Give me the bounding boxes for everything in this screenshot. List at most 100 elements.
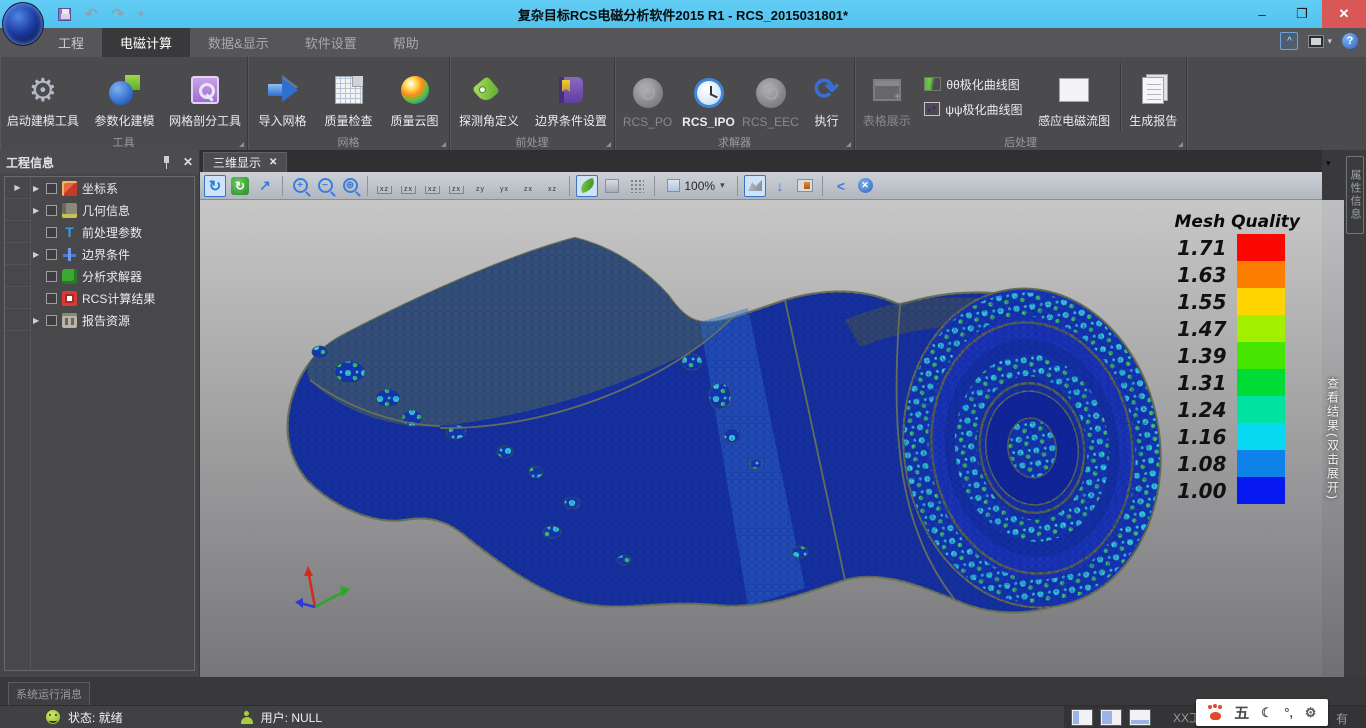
solver-eec-icon — [756, 76, 786, 110]
3d-canvas[interactable]: Mesh Quality 1.711.631.551.471.391.311.2… — [200, 200, 1322, 677]
view-preset-iso2-button[interactable]: xz — [542, 175, 563, 196]
view-preset-iso1-button[interactable]: zx — [518, 175, 539, 196]
checkbox[interactable] — [46, 227, 57, 238]
tab-data-display[interactable]: 数据&显示 — [190, 28, 287, 57]
expand-icon[interactable]: ▶ — [33, 316, 41, 325]
tree-item-boundary-conditions[interactable]: ▶ 边界条件 — [31, 243, 194, 265]
layout-three-button[interactable] — [1129, 709, 1151, 726]
tree-item-analysis-solver[interactable]: 分析求解器 — [31, 265, 194, 287]
checkbox[interactable] — [46, 271, 57, 282]
checkbox[interactable] — [46, 205, 57, 216]
launch-modeling-tool-button[interactable]: ⚙ 启动建模工具 — [0, 60, 86, 133]
theta-polar-curve-button[interactable]: θθ极化曲线图 — [924, 76, 1022, 93]
window-capture-button[interactable] — [794, 175, 816, 197]
view-preset-bottom-button[interactable]: yx — [494, 175, 515, 196]
import-mesh-button[interactable]: 导入网格 — [250, 60, 316, 133]
expand-icon[interactable]: ▶ — [33, 206, 41, 215]
probe-angle-button[interactable]: 探测角定义 — [450, 60, 528, 133]
tree-item-geometry-info[interactable]: ▶ 几何信息 — [31, 199, 194, 221]
tab-3d-display[interactable]: 三维显示 ✕ — [203, 152, 287, 172]
sync-view-button[interactable]: ↻ — [229, 175, 251, 197]
psi-polar-curve-button[interactable]: ψψ极化曲线图 — [924, 101, 1022, 118]
rcs-ipo-button[interactable]: RCS_IPO — [678, 60, 740, 133]
boundary-condition-button[interactable]: 边界条件设置 — [528, 60, 614, 133]
qat-dropdown-icon[interactable]: ▾ — [138, 9, 143, 20]
group-expand-icon[interactable] — [441, 142, 446, 147]
induced-current-map-button[interactable]: 感应电磁流图 — [1029, 60, 1120, 133]
view-preset-front-button[interactable]: xz — [374, 175, 395, 196]
rcs-eec-button[interactable]: RCS_EEC — [740, 60, 802, 133]
copyright-text-fragment: 有 — [1336, 710, 1348, 727]
punctuation-mode-icon[interactable]: °, — [1284, 705, 1293, 720]
view-preset-top-button[interactable]: zy — [470, 175, 491, 196]
zoom-in-button[interactable]: + — [289, 175, 311, 197]
group-expand-icon[interactable] — [1178, 142, 1183, 147]
group-expand-icon[interactable] — [239, 142, 244, 147]
tree-item-rcs-results[interactable]: RCS计算结果 — [31, 287, 194, 309]
tab-software-settings[interactable]: 软件设置 — [287, 28, 375, 57]
ribbon-collapse-icon[interactable]: ^ — [1280, 32, 1298, 50]
panel-close-icon[interactable]: ✕ — [183, 155, 193, 169]
undo-icon[interactable]: ↶ — [85, 5, 98, 23]
view-preset-right-button[interactable]: zx — [446, 175, 467, 196]
table-display-button[interactable]: 表格展示 — [855, 60, 918, 133]
tree-item-report-resources[interactable]: ▶ 报告资源 — [31, 309, 194, 331]
help-icon[interactable]: ? — [1342, 33, 1358, 49]
tree-item-coordinate-system[interactable]: ▶ 坐标系 — [31, 177, 194, 199]
zoom-out-button[interactable]: − — [314, 175, 336, 197]
minimize-button[interactable]: – — [1242, 0, 1282, 28]
app-logo-icon[interactable] — [2, 2, 44, 46]
layout-two-button[interactable] — [1100, 709, 1122, 726]
layout-one-button[interactable] — [1071, 709, 1093, 726]
points-view-button[interactable] — [626, 175, 648, 197]
pin-icon[interactable] — [162, 156, 171, 169]
parametric-modeling-button[interactable]: 参数化建模 — [86, 60, 164, 133]
display-switch-button[interactable]: ▾ — [1308, 35, 1332, 48]
system-message-tab[interactable]: 系统运行消息 — [8, 682, 90, 705]
ime-logo-paw-icon[interactable] — [1208, 705, 1223, 720]
checkbox[interactable] — [46, 249, 57, 260]
view-preset-back-button[interactable]: zx — [398, 175, 419, 196]
close-button[interactable]: ✕ — [1322, 0, 1366, 28]
quality-check-button[interactable]: 质量检查 — [316, 60, 382, 133]
redo-icon[interactable]: ↷ — [112, 5, 125, 23]
tab-help[interactable]: 帮助 — [375, 28, 437, 57]
zoom-level-select[interactable]: 100% ▾ — [661, 175, 731, 197]
rcs-po-button[interactable]: RCS_PO — [618, 60, 678, 133]
checkbox[interactable] — [46, 315, 57, 326]
tabbar-dropdown-icon[interactable]: ▾ — [1326, 158, 1331, 169]
view-preset-left-button[interactable]: xz — [422, 175, 443, 196]
expand-icon[interactable]: ▶ — [33, 250, 41, 259]
ime-settings-gear-icon[interactable]: ⚙ — [1305, 705, 1317, 721]
perspective-view-button[interactable] — [744, 175, 766, 197]
checkbox[interactable] — [46, 293, 57, 304]
legend-title: Mesh Quality — [1175, 212, 1300, 232]
generate-report-button[interactable]: 生成报告 — [1121, 60, 1186, 133]
shaded-view-button[interactable] — [576, 175, 598, 197]
save-icon[interactable] — [58, 8, 71, 21]
drop-to-plane-button[interactable]: ↓ — [769, 175, 791, 197]
ime-wubi-icon[interactable]: 五 — [1234, 702, 1249, 723]
pan-view-button[interactable]: ↗ — [254, 175, 276, 197]
group-expand-icon[interactable] — [606, 142, 611, 147]
tab-project[interactable]: 工程 — [40, 28, 102, 57]
checkbox[interactable] — [46, 183, 57, 194]
group-expand-icon[interactable] — [846, 142, 851, 147]
share-view-button[interactable]: < — [829, 175, 851, 197]
execute-button[interactable]: ⟳ 执行 — [802, 60, 852, 133]
tab-close-icon[interactable]: ✕ — [269, 157, 277, 168]
tree-item-preprocess-params[interactable]: T 前处理参数 — [31, 221, 194, 243]
tab-em-computation[interactable]: 电磁计算 — [102, 28, 190, 57]
zoom-fit-button[interactable]: ⊕ — [339, 175, 361, 197]
properties-tab[interactable]: 属性信息 — [1346, 156, 1364, 234]
mesh-partition-tool-button[interactable]: 网格剖分工具 — [163, 60, 247, 133]
close-view-button[interactable]: ✕ — [854, 175, 876, 197]
flat-view-button[interactable] — [601, 175, 623, 197]
rotate-view-button[interactable]: ↻ — [204, 175, 226, 197]
results-collapsed-bar[interactable]: ▾ 查看结果(双击展开) — [1322, 150, 1344, 677]
moon-icon[interactable]: ☾ — [1261, 705, 1273, 721]
quality-cloud-button[interactable]: 质量云图 — [382, 60, 448, 133]
restore-button[interactable]: ❐ — [1282, 0, 1322, 28]
root-expand-icon[interactable]: ▶ — [5, 177, 30, 199]
expand-icon[interactable]: ▶ — [33, 184, 41, 193]
